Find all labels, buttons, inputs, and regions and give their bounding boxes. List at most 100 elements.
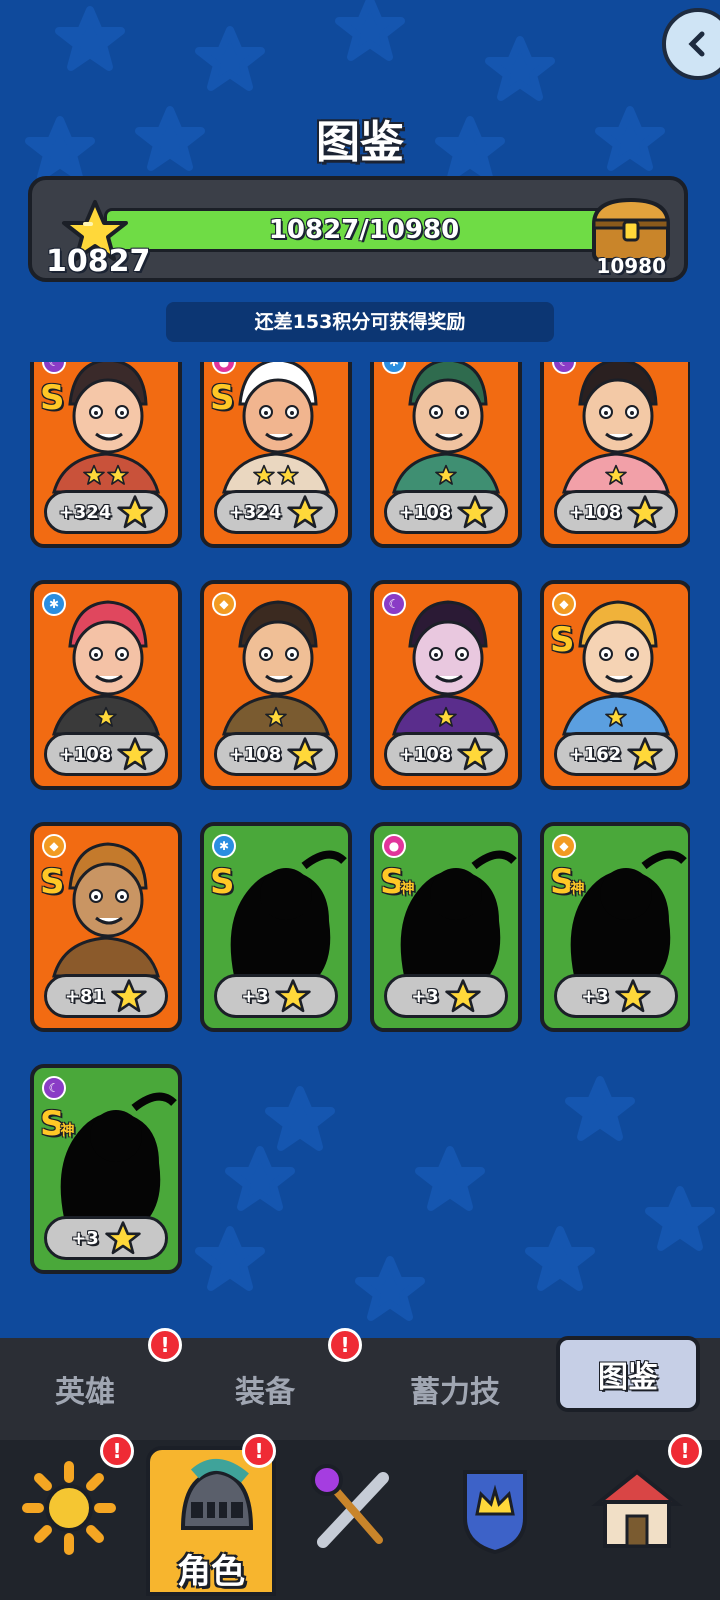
goal-score: 10980 xyxy=(596,254,666,278)
nav-item-1[interactable]: 角色 xyxy=(146,1446,276,1596)
god-tag: 神 xyxy=(570,881,585,897)
points-pill: +108 xyxy=(214,732,338,776)
points-star-icon xyxy=(287,737,324,771)
points-pill: +108 xyxy=(384,732,508,776)
notification-badge: ! xyxy=(100,1434,134,1468)
bottom-navigation: ! 角色!! xyxy=(0,1434,720,1600)
star-rating xyxy=(204,706,348,728)
points-pill: +3 xyxy=(214,974,338,1018)
hero-card[interactable]: ☾ +108 xyxy=(540,362,690,548)
points-value: +108 xyxy=(568,501,622,523)
rating-star-icon xyxy=(277,464,299,485)
points-star-icon xyxy=(117,737,154,771)
rank-badge: S xyxy=(210,378,235,418)
rank-letter: S xyxy=(40,862,65,902)
points-star-icon xyxy=(457,737,494,771)
subtab-3[interactable]: 图鉴 xyxy=(556,1336,700,1412)
element-icon: ● xyxy=(382,834,406,858)
points-star-icon xyxy=(287,495,324,529)
reward-hint: 还差153积分可获得奖励 xyxy=(166,302,554,342)
nav-item-3[interactable] xyxy=(430,1450,560,1600)
points-value: +324 xyxy=(228,501,282,523)
points-star-icon xyxy=(445,979,481,1013)
points-pill: +81 xyxy=(44,974,168,1018)
element-icon: ◆ xyxy=(552,592,576,616)
collection-progress-panel: 10827/10980 10827 10980 xyxy=(28,176,688,282)
rank-badge: S xyxy=(40,378,65,418)
rank-badge: S xyxy=(210,862,235,902)
hero-card[interactable]: ◆ S +81 xyxy=(30,822,182,1032)
locked-hero-card[interactable]: ◆ S神 +3 xyxy=(540,822,690,1032)
star-rating xyxy=(374,706,518,728)
points-value: +324 xyxy=(58,501,112,523)
rating-star-icon xyxy=(265,706,287,727)
points-pill: +162 xyxy=(554,732,678,776)
points-pill: +3 xyxy=(554,974,678,1018)
subtab-0[interactable]: 英雄 xyxy=(20,1338,150,1440)
rating-star-icon xyxy=(605,464,627,485)
element-icon: ◆ xyxy=(552,834,576,858)
weapons-icon xyxy=(311,1464,389,1548)
rank-badge: S xyxy=(550,620,575,660)
points-value: +108 xyxy=(228,743,282,765)
chevron-left-icon xyxy=(688,31,705,57)
hero-card[interactable]: ● S +324 xyxy=(200,362,352,548)
notification-badge: ! xyxy=(148,1328,182,1362)
notification-badge: ! xyxy=(328,1328,362,1362)
hero-card[interactable]: ✱ +108 xyxy=(30,580,182,790)
notification-badge: ! xyxy=(668,1434,702,1468)
element-icon: ☾ xyxy=(42,1076,66,1100)
points-star-icon xyxy=(627,495,664,529)
points-pill: +324 xyxy=(44,490,168,534)
hero-card[interactable]: ◆ S +162 xyxy=(540,580,690,790)
hero-card[interactable]: ◆ +108 xyxy=(200,580,352,790)
points-star-icon xyxy=(615,979,651,1013)
star-rating xyxy=(34,706,178,728)
star-rating xyxy=(204,464,348,486)
progress-label: 10827/10980 xyxy=(268,215,460,245)
points-value: +81 xyxy=(64,985,106,1007)
sun-icon xyxy=(22,1461,116,1555)
points-pill: +324 xyxy=(214,490,338,534)
rating-star-icon xyxy=(253,464,275,485)
element-icon: ◆ xyxy=(212,592,236,616)
god-tag: 神 xyxy=(60,1123,75,1139)
rank-badge: S神 xyxy=(550,862,585,902)
hero-card[interactable]: ☾ +108 xyxy=(370,580,522,790)
star-rating xyxy=(544,706,688,728)
crown-shield-icon xyxy=(463,1470,527,1555)
subtab-2[interactable]: 蓄力技 xyxy=(380,1338,530,1440)
page-title: 图鉴 xyxy=(316,117,404,168)
rank-badge: S神 xyxy=(380,862,415,902)
rating-star-icon xyxy=(107,464,129,485)
nav-item-0[interactable] xyxy=(4,1450,134,1600)
points-pill: +108 xyxy=(44,732,168,776)
star-rating xyxy=(544,464,688,486)
points-value: +162 xyxy=(568,743,622,765)
nav-item-2[interactable] xyxy=(288,1450,418,1600)
hero-card[interactable]: ✱ +108 xyxy=(370,362,522,548)
shop-icon xyxy=(591,1469,683,1548)
star-rating xyxy=(34,464,178,486)
rating-star-icon xyxy=(605,706,627,727)
rank-badge: S xyxy=(40,862,65,902)
locked-hero-card[interactable]: ☾ S神 +3 xyxy=(30,1064,182,1274)
hero-card-grid: ☾ S +324 ● S +324 ✱ +108 ☾ +108 ✱ +108 ◆ +108 ☾ +108 ◆ S +… xyxy=(30,362,690,1302)
nav-item-4[interactable] xyxy=(572,1450,702,1600)
hero-card[interactable]: ☾ S +324 xyxy=(30,362,182,548)
element-icon: ✱ xyxy=(212,834,236,858)
god-tag: 神 xyxy=(400,881,415,897)
rating-star-icon xyxy=(435,464,457,485)
points-star-icon xyxy=(627,737,664,771)
rating-star-icon xyxy=(435,706,457,727)
points-star-icon xyxy=(111,979,147,1013)
star-rating xyxy=(374,464,518,486)
points-pill: +108 xyxy=(554,490,678,534)
points-value: +3 xyxy=(581,985,609,1007)
locked-hero-card[interactable]: ● S神 +3 xyxy=(370,822,522,1032)
points-value: +108 xyxy=(398,501,452,523)
points-value: +3 xyxy=(71,1227,99,1249)
subtab-1[interactable]: 装备 xyxy=(200,1338,330,1440)
locked-hero-card[interactable]: ✱ S +3 xyxy=(200,822,352,1032)
rating-star-icon xyxy=(95,706,117,727)
